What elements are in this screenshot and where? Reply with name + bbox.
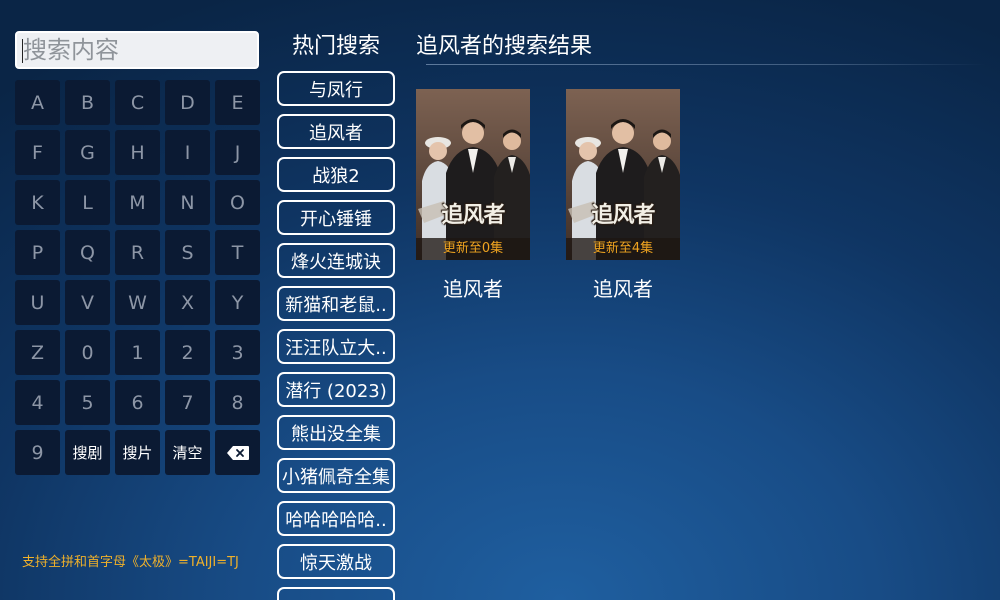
key-y[interactable]: Y bbox=[215, 280, 260, 325]
hot-search-item[interactable]: 与凤行 bbox=[277, 71, 395, 106]
key-l[interactable]: L bbox=[65, 180, 110, 225]
key-o[interactable]: O bbox=[215, 180, 260, 225]
key-x[interactable]: X bbox=[165, 280, 210, 325]
hot-search-item[interactable]: 追风者 bbox=[277, 114, 395, 149]
key-1[interactable]: 1 bbox=[115, 330, 160, 375]
key-h[interactable]: H bbox=[115, 130, 160, 175]
key-u[interactable]: U bbox=[15, 280, 60, 325]
key-r[interactable]: R bbox=[115, 230, 160, 275]
backspace-button[interactable] bbox=[215, 430, 260, 475]
poster-title-text: 追风者 bbox=[441, 203, 505, 228]
key-p[interactable]: P bbox=[15, 230, 60, 275]
key-n[interactable]: N bbox=[165, 180, 210, 225]
key-5[interactable]: 5 bbox=[65, 380, 110, 425]
key-6[interactable]: 6 bbox=[115, 380, 160, 425]
episode-badge: 更新至4集 bbox=[566, 238, 680, 260]
hot-search-item[interactable]: 汪汪队立大.. bbox=[277, 329, 395, 364]
backspace-icon bbox=[226, 445, 249, 460]
key-a[interactable]: A bbox=[15, 80, 60, 125]
key-g[interactable]: G bbox=[65, 130, 110, 175]
result-poster[interactable]: 追风者 更新至0集 bbox=[416, 89, 530, 260]
hot-search-item[interactable]: 熊出没全集 bbox=[277, 415, 395, 450]
on-screen-keyboard: A B C D E F G H I J K L M N O P Q R S T … bbox=[15, 80, 260, 475]
key-8[interactable]: 8 bbox=[215, 380, 260, 425]
key-d[interactable]: D bbox=[165, 80, 210, 125]
hot-searches-title: 热门搜索 bbox=[291, 34, 380, 59]
text-caret bbox=[22, 39, 23, 63]
key-t[interactable]: T bbox=[215, 230, 260, 275]
key-j[interactable]: J bbox=[215, 130, 260, 175]
result-poster[interactable]: 追风者 更新至4集 bbox=[566, 89, 680, 260]
result-name: 追风者 bbox=[443, 277, 503, 301]
hot-search-item[interactable]: 惊天激战 bbox=[277, 544, 395, 579]
key-0[interactable]: 0 bbox=[65, 330, 110, 375]
hot-search-item[interactable]: 战狼2 bbox=[277, 157, 395, 192]
key-s[interactable]: S bbox=[165, 230, 210, 275]
key-4[interactable]: 4 bbox=[15, 380, 60, 425]
search-movie-button[interactable]: 搜片 bbox=[115, 430, 160, 475]
hot-search-item[interactable]: 哈哈哈哈哈.. bbox=[277, 501, 395, 536]
key-b[interactable]: B bbox=[65, 80, 110, 125]
key-k[interactable]: K bbox=[15, 180, 60, 225]
episode-badge: 更新至0集 bbox=[416, 238, 530, 260]
results-title: 追风者的搜索结果 bbox=[416, 34, 593, 59]
hot-search-item[interactable]: 烽火连城诀 bbox=[277, 243, 395, 278]
key-f[interactable]: F bbox=[15, 130, 60, 175]
key-3[interactable]: 3 bbox=[215, 330, 260, 375]
search-placeholder: 搜索内容 bbox=[23, 36, 119, 64]
hot-search-item-partial[interactable] bbox=[277, 587, 395, 600]
key-v[interactable]: V bbox=[65, 280, 110, 325]
key-2[interactable]: 2 bbox=[165, 330, 210, 375]
result-card[interactable]: 追风者 更新至4集 追风者 bbox=[566, 89, 680, 302]
search-drama-button[interactable]: 搜剧 bbox=[65, 430, 110, 475]
hot-search-item[interactable]: 潜行 (2023) bbox=[277, 372, 395, 407]
results-divider bbox=[426, 64, 986, 65]
search-input[interactable]: 搜索内容 bbox=[15, 31, 259, 69]
key-q[interactable]: Q bbox=[65, 230, 110, 275]
key-i[interactable]: I bbox=[165, 130, 210, 175]
search-hint: 支持全拼和首字母《太极》=TAIJI=TJ bbox=[22, 555, 239, 570]
result-card[interactable]: 追风者 更新至0集 追风者 bbox=[416, 89, 530, 302]
hot-search-item[interactable]: 小猪佩奇全集 bbox=[277, 458, 395, 493]
clear-button[interactable]: 清空 bbox=[165, 430, 210, 475]
key-m[interactable]: M bbox=[115, 180, 160, 225]
key-e[interactable]: E bbox=[215, 80, 260, 125]
key-7[interactable]: 7 bbox=[165, 380, 210, 425]
key-c[interactable]: C bbox=[115, 80, 160, 125]
hot-search-item[interactable]: 新猫和老鼠.. bbox=[277, 286, 395, 321]
key-z[interactable]: Z bbox=[15, 330, 60, 375]
hot-search-item[interactable]: 开心锤锤 bbox=[277, 200, 395, 235]
poster-title-text: 追风者 bbox=[591, 203, 655, 228]
key-9[interactable]: 9 bbox=[15, 430, 60, 475]
result-name: 追风者 bbox=[593, 277, 653, 301]
hot-searches-list: 与凤行 追风者 战狼2 开心锤锤 烽火连城诀 新猫和老鼠.. 汪汪队立大.. 潜… bbox=[277, 71, 395, 600]
key-w[interactable]: W bbox=[115, 280, 160, 325]
